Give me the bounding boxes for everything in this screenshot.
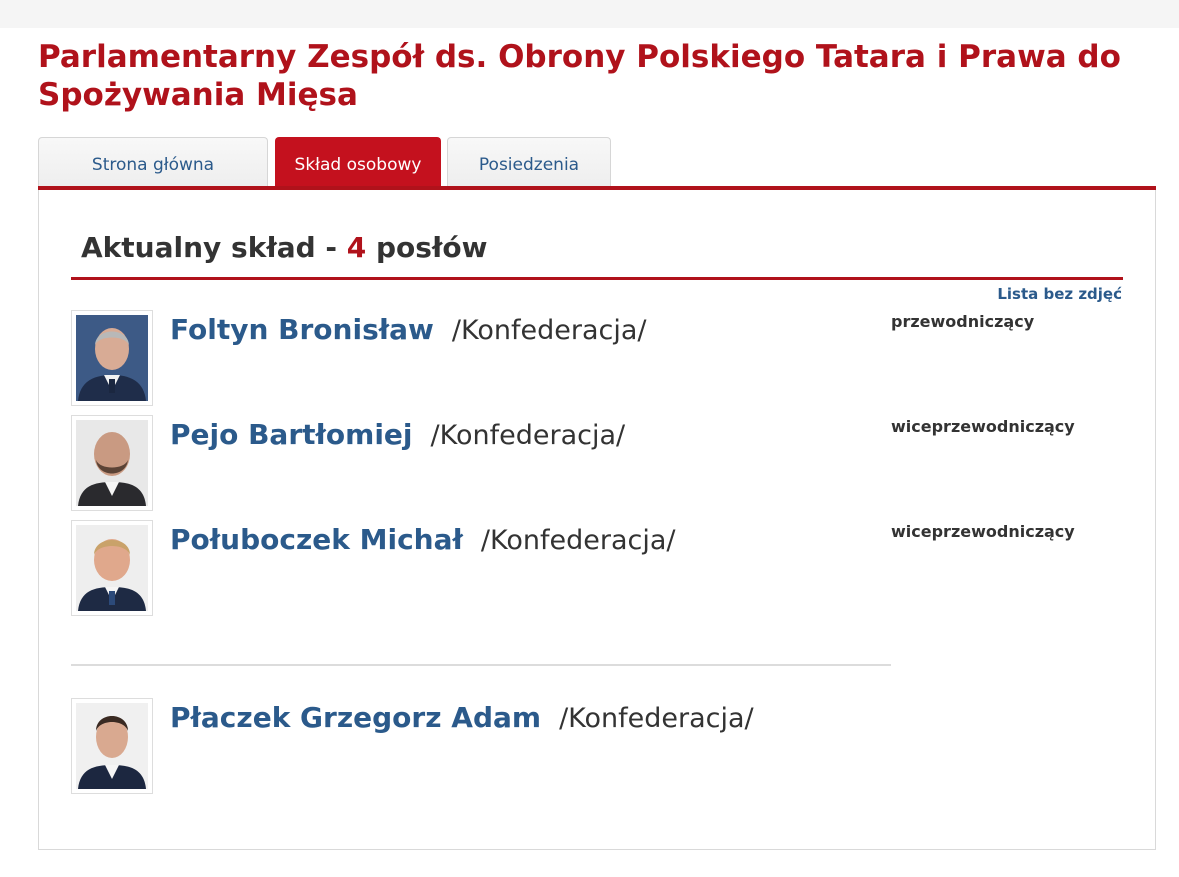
- heading-prefix: Aktualny skład -: [81, 231, 338, 264]
- portrait-icon: [76, 525, 148, 611]
- member-row: Płaczek Grzegorz Adam/Konfederacja/: [71, 698, 1131, 798]
- member-party: /Konfederacja/: [559, 703, 754, 734]
- member-name: Płaczek Grzegorz Adam/Konfederacja/: [170, 698, 754, 739]
- page-title: Parlamentarny Zespół ds. Obrony Polskieg…: [38, 39, 1121, 113]
- member-name-link[interactable]: Foltyn Bronisław: [170, 313, 434, 346]
- member-name-link[interactable]: Połuboczek Michał: [170, 523, 463, 556]
- member-row: Foltyn Bronisław/Konfederacja/ przewodni…: [71, 310, 1131, 410]
- member-photo[interactable]: [71, 698, 153, 794]
- member-count: 4: [346, 231, 367, 264]
- member-name-link[interactable]: Pejo Bartłomiej: [170, 418, 413, 451]
- tab-sklad-osobowy[interactable]: Skład osobowy: [275, 137, 441, 186]
- member-party: /Konfederacja/: [451, 315, 647, 346]
- portrait-icon: [76, 703, 148, 789]
- member-party: /Konfederacja/: [430, 420, 626, 451]
- heading-suffix: posłów: [376, 231, 488, 264]
- portrait-icon: [76, 420, 148, 506]
- member-party: /Konfederacja/: [480, 525, 676, 556]
- section-divider: [71, 664, 891, 666]
- member-role: wiceprzewodniczący: [891, 522, 1075, 541]
- top-band: [0, 0, 1179, 28]
- member-row: Połuboczek Michał/Konfederacja/ wiceprze…: [71, 520, 1131, 620]
- list-without-photos-link[interactable]: Lista bez zdjęć: [997, 285, 1122, 303]
- member-name: Połuboczek Michał/Konfederacja/: [170, 520, 676, 561]
- member-name: Foltyn Bronisław/Konfederacja/: [170, 310, 646, 351]
- tab-strona-glowna[interactable]: Strona główna: [38, 137, 268, 186]
- member-photo[interactable]: [71, 520, 153, 616]
- member-name-link[interactable]: Płaczek Grzegorz Adam: [170, 701, 541, 734]
- member-role: przewodniczący: [891, 312, 1035, 331]
- member-role: wiceprzewodniczący: [891, 417, 1075, 436]
- member-photo[interactable]: [71, 310, 153, 406]
- tab-bar: Strona główna Skład osobowy Posiedzenia: [38, 137, 1156, 187]
- member-row: Pejo Bartłomiej/Konfederacja/ wiceprzewo…: [71, 415, 1131, 515]
- section-heading: Aktualny skład - 4 posłów: [81, 230, 487, 266]
- portrait-icon: [76, 315, 148, 401]
- tab-posiedzenia[interactable]: Posiedzenia: [447, 137, 611, 186]
- heading-divider: [71, 277, 1123, 280]
- member-photo[interactable]: [71, 415, 153, 511]
- member-name: Pejo Bartłomiej/Konfederacja/: [170, 415, 625, 456]
